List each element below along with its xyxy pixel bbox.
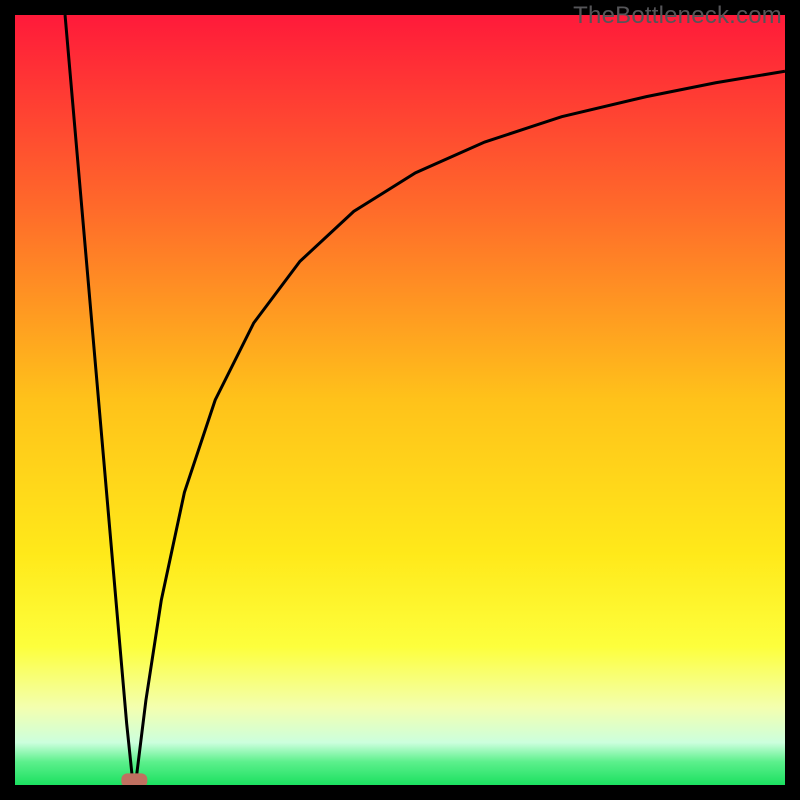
chart-plot xyxy=(15,15,785,785)
watermark-text: TheBottleneck.com xyxy=(573,2,782,30)
chart-frame: TheBottleneck.com xyxy=(0,0,800,800)
minimum-marker xyxy=(121,773,147,785)
chart-background xyxy=(15,15,785,785)
